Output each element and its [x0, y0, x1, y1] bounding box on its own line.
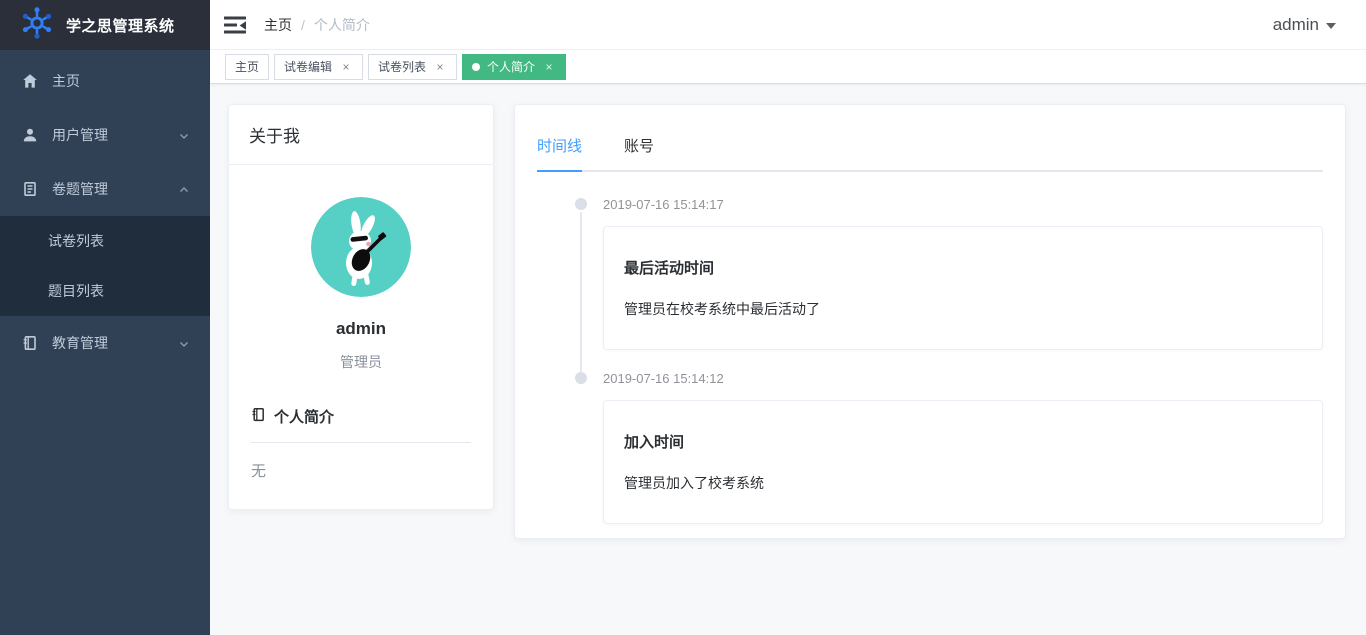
top-navbar: 主页 / 个人简介 admin — [210, 0, 1366, 50]
about-me-card: 关于我 — [228, 104, 494, 510]
sidebar-item-home[interactable]: 主页 — [0, 54, 210, 108]
sidebar-collapse-icon[interactable] — [224, 16, 246, 34]
app-logo[interactable]: 学之思管理系统 — [0, 0, 210, 50]
education-icon — [22, 335, 38, 351]
caret-down-icon — [1326, 16, 1336, 34]
breadcrumb-home[interactable]: 主页 — [264, 15, 292, 35]
avatar — [311, 197, 411, 297]
chevron-down-icon — [178, 337, 190, 349]
exam-paper-icon — [22, 181, 38, 197]
app-window: 学之思管理系统 主页 用户管理 — [0, 0, 1366, 635]
sidebar-item-question-list[interactable]: 题目列表 — [0, 266, 210, 316]
tag-profile-active[interactable]: 个人简介 × — [462, 54, 566, 80]
breadcrumb: 主页 / 个人简介 — [264, 15, 370, 35]
sidebar-item-exam-paper-list[interactable]: 试卷列表 — [0, 216, 210, 266]
timeline-dot — [575, 372, 587, 384]
tags-view-bar: 主页 试卷编辑 × 试卷列表 × 个人简介 × — [210, 50, 1366, 84]
sidebar-item-label: 卷题管理 — [52, 179, 108, 199]
tab-timeline[interactable]: 时间线 — [537, 135, 582, 170]
user-name: admin — [1273, 15, 1319, 35]
tag-label: 试卷列表 — [378, 58, 426, 75]
tag-label: 试卷编辑 — [284, 58, 332, 75]
profile-body: admin 管理员 个人简介 无 — [229, 165, 493, 509]
sidebar-item-user-management[interactable]: 用户管理 — [0, 108, 210, 162]
breadcrumb-current: 个人简介 — [314, 15, 370, 35]
divider — [251, 442, 471, 443]
profile-role: 管理员 — [251, 352, 471, 372]
bio-label: 个人简介 — [274, 406, 334, 427]
card-title: 关于我 — [229, 105, 493, 165]
sidebar-item-label: 教育管理 — [52, 333, 108, 353]
user-icon — [22, 127, 38, 143]
logo-icon — [20, 6, 54, 45]
timeline-entry-title: 加入时间 — [624, 431, 1302, 452]
timeline-entry-card: 加入时间 管理员加入了校考系统 — [603, 400, 1323, 524]
active-dot-icon — [472, 63, 480, 71]
activity-tabs: 时间线 账号 — [537, 123, 1323, 172]
sidebar: 学之思管理系统 主页 用户管理 — [0, 0, 210, 635]
chevron-down-icon — [178, 129, 190, 141]
home-icon — [22, 73, 38, 89]
timeline-timestamp: 2019-07-16 15:14:17 — [603, 198, 1323, 211]
breadcrumb-separator: / — [301, 17, 305, 33]
close-icon[interactable]: × — [433, 60, 447, 74]
submenu-item-label: 试卷列表 — [48, 231, 104, 251]
tab-account[interactable]: 账号 — [624, 135, 654, 170]
chevron-up-icon — [178, 183, 190, 195]
tag-label: 个人简介 — [487, 58, 535, 75]
activity-card: 时间线 账号 2019-07-16 15:14:17 最后活动时间 管理员在校考… — [514, 104, 1346, 539]
tag-paper-edit[interactable]: 试卷编辑 × — [274, 54, 363, 80]
timeline-entry-card: 最后活动时间 管理员在校考系统中最后活动了 — [603, 226, 1323, 350]
tag-paper-list[interactable]: 试卷列表 × — [368, 54, 457, 80]
profile-username: admin — [251, 319, 471, 339]
submenu-item-label: 题目列表 — [48, 281, 104, 301]
main-area: 主页 / 个人简介 admin 主页 试卷编辑 × 试卷列表 × — [210, 0, 1366, 635]
timeline-entry-title: 最后活动时间 — [624, 257, 1302, 278]
timeline-entry-content: 管理员加入了校考系统 — [624, 473, 1302, 493]
tag-home[interactable]: 主页 — [225, 54, 269, 80]
timeline: 2019-07-16 15:14:17 最后活动时间 管理员在校考系统中最后活动… — [537, 198, 1323, 539]
tag-label: 主页 — [235, 58, 259, 75]
timeline-item: 2019-07-16 15:14:12 加入时间 管理员加入了校考系统 — [537, 372, 1323, 539]
sidebar-submenu-paper: 试卷列表 题目列表 — [0, 216, 210, 316]
close-icon[interactable]: × — [542, 60, 556, 74]
sidebar-item-education-management[interactable]: 教育管理 — [0, 316, 210, 370]
page-content: 关于我 — [210, 84, 1366, 635]
bio-value: 无 — [251, 460, 471, 481]
sidebar-menu: 主页 用户管理 卷题管理 — [0, 50, 210, 370]
sidebar-item-label: 用户管理 — [52, 125, 108, 145]
user-dropdown[interactable]: admin — [1273, 15, 1336, 35]
bio-notebook-icon — [251, 407, 266, 426]
timeline-item: 2019-07-16 15:14:17 最后活动时间 管理员在校考系统中最后活动… — [537, 198, 1323, 372]
sidebar-item-paper-management[interactable]: 卷题管理 — [0, 162, 210, 216]
app-title: 学之思管理系统 — [66, 15, 175, 36]
timeline-timestamp: 2019-07-16 15:14:12 — [603, 372, 1323, 385]
timeline-dot — [575, 198, 587, 210]
timeline-entry-content: 管理员在校考系统中最后活动了 — [624, 299, 1302, 319]
close-icon[interactable]: × — [339, 60, 353, 74]
sidebar-item-label: 主页 — [52, 71, 80, 91]
